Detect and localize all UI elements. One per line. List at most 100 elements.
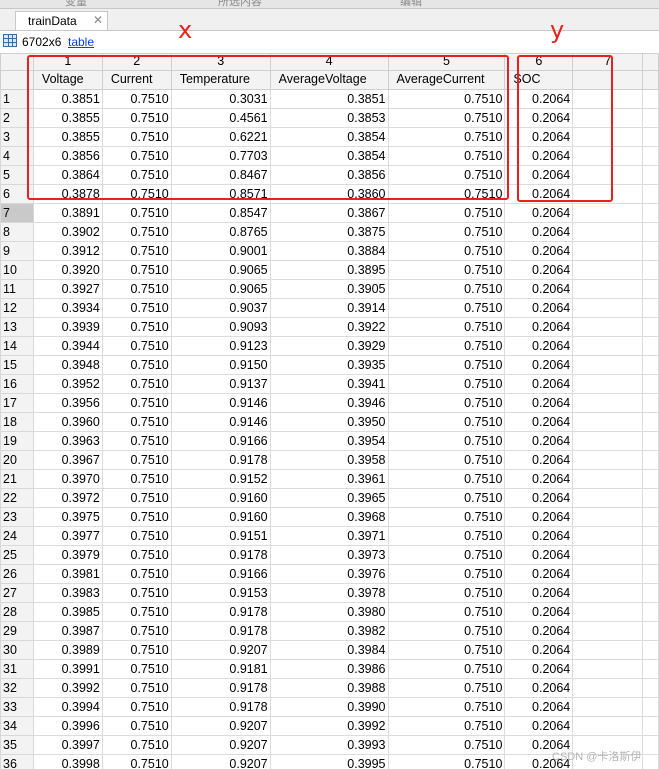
table-cell-empty[interactable] — [641, 716, 659, 736]
table-cell-empty[interactable] — [572, 241, 643, 261]
table-cell[interactable]: 0.9152 — [170, 469, 271, 489]
table-cell[interactable]: 0.7510 — [101, 583, 172, 603]
toolstrip-tab-selection[interactable]: 所选内容 — [218, 0, 262, 8]
table-row[interactable]: 11 0.3927 0.7510 0.9065 0.3905 0.7510 0.2064 — [0, 279, 659, 299]
table-cell[interactable]: 0.9160 — [170, 507, 271, 527]
table-cell[interactable]: 0.3912 — [32, 241, 103, 261]
table-cell[interactable]: 0.7510 — [387, 374, 506, 394]
table-cell[interactable]: 0.3992 — [269, 716, 389, 736]
table-cell-empty[interactable] — [641, 241, 659, 261]
table-cell-empty[interactable] — [572, 602, 643, 622]
table-cell[interactable]: 0.9178 — [170, 621, 271, 641]
table-cell[interactable]: 0.7510 — [101, 507, 172, 527]
table-cell[interactable]: 0.7510 — [387, 317, 506, 337]
table-cell[interactable]: 0.2064 — [504, 431, 574, 451]
row-number-header[interactable]: 18 — [0, 412, 34, 432]
table-cell[interactable]: 0.3891 — [32, 203, 103, 223]
table-cell-empty[interactable] — [641, 317, 659, 337]
table-cell-empty[interactable] — [641, 735, 659, 755]
row-number-header[interactable]: 28 — [0, 602, 34, 622]
table-cell[interactable]: 0.7510 — [101, 336, 172, 356]
table-cell[interactable]: 0.7510 — [387, 336, 506, 356]
table-cell[interactable]: 0.3985 — [32, 602, 103, 622]
table-cell[interactable]: 0.7510 — [101, 640, 172, 660]
table-cell[interactable]: 0.2064 — [504, 203, 574, 223]
table-cell[interactable]: 0.7510 — [387, 735, 506, 755]
table-cell[interactable]: 0.9178 — [170, 697, 271, 717]
table-row[interactable]: 26 0.3981 0.7510 0.9166 0.3976 0.7510 0.2064 — [0, 564, 659, 584]
table-cell[interactable]: 0.7510 — [101, 621, 172, 641]
table-cell[interactable]: 0.9178 — [170, 450, 271, 470]
table-cell-empty[interactable] — [641, 336, 659, 356]
table-row[interactable]: 8 0.3902 0.7510 0.8765 0.3875 0.7510 0.2064 — [0, 222, 659, 242]
table-cell[interactable]: 0.3982 — [269, 621, 389, 641]
table-cell-empty[interactable] — [641, 184, 659, 204]
table-cell[interactable]: 0.3996 — [32, 716, 103, 736]
table-cell[interactable]: 0.2064 — [504, 526, 574, 546]
table-cell[interactable]: 0.7510 — [387, 716, 506, 736]
table-row[interactable]: 24 0.3977 0.7510 0.9151 0.3971 0.7510 0.2064 — [0, 526, 659, 546]
table-cell[interactable]: 0.3948 — [32, 355, 103, 375]
table-cell[interactable]: 0.2064 — [504, 298, 574, 318]
table-cell-empty[interactable] — [572, 279, 643, 299]
table-cell[interactable]: 0.9001 — [170, 241, 271, 261]
table-cell[interactable]: 0.7510 — [387, 412, 506, 432]
row-number-header[interactable]: 31 — [0, 659, 34, 679]
table-cell-empty[interactable] — [572, 564, 643, 584]
table-cell[interactable]: 0.7510 — [101, 355, 172, 375]
table-cell-empty[interactable] — [572, 488, 643, 508]
table-cell[interactable]: 0.3939 — [32, 317, 103, 337]
table-cell-empty[interactable] — [641, 222, 659, 242]
table-row[interactable]: 29 0.3987 0.7510 0.9178 0.3982 0.7510 0.2064 — [0, 621, 659, 641]
table-cell[interactable]: 0.3963 — [32, 431, 103, 451]
table-row[interactable]: 19 0.3963 0.7510 0.9166 0.3954 0.7510 0.2064 — [0, 431, 659, 451]
table-cell[interactable]: 0.3973 — [269, 545, 389, 565]
table-cell-empty[interactable] — [572, 583, 643, 603]
table-cell[interactable]: 0.7510 — [101, 545, 172, 565]
table-cell[interactable]: 0.3950 — [269, 412, 389, 432]
table-cell-empty[interactable] — [572, 203, 643, 223]
row-number-header[interactable]: 10 — [0, 260, 34, 280]
table-cell-empty[interactable] — [641, 146, 659, 166]
table-cell[interactable]: 0.2064 — [504, 469, 574, 489]
table-row[interactable]: 13 0.3939 0.7510 0.9093 0.3922 0.7510 0.2064 — [0, 317, 659, 337]
table-cell[interactable]: 0.2064 — [504, 336, 574, 356]
table-cell[interactable]: 0.3944 — [32, 336, 103, 356]
table-cell[interactable]: 0.7510 — [387, 298, 506, 318]
table-cell[interactable]: 0.3981 — [32, 564, 103, 584]
table-cell[interactable]: 0.9151 — [170, 526, 271, 546]
table-cell[interactable]: 0.7510 — [101, 431, 172, 451]
table-cell-empty[interactable] — [572, 678, 643, 698]
table-row[interactable]: 27 0.3983 0.7510 0.9153 0.3978 0.7510 0.2064 — [0, 583, 659, 603]
row-number-header[interactable]: 7 — [0, 203, 34, 223]
table-cell[interactable]: 0.7510 — [101, 526, 172, 546]
table-cell-empty[interactable] — [641, 526, 659, 546]
table-cell[interactable]: 0.8547 — [170, 203, 271, 223]
table-cell[interactable]: 0.2064 — [504, 317, 574, 337]
table-cell[interactable]: 0.3978 — [269, 583, 389, 603]
table-cell[interactable]: 0.7510 — [101, 678, 172, 698]
table-cell[interactable]: 0.3998 — [32, 754, 103, 769]
table-row[interactable]: 20 0.3967 0.7510 0.9178 0.3958 0.7510 0.2064 — [0, 450, 659, 470]
table-cell[interactable]: 0.7510 — [387, 697, 506, 717]
row-number-header[interactable]: 20 — [0, 450, 34, 470]
table-cell[interactable]: 0.7510 — [101, 222, 172, 242]
table-cell[interactable]: 0.8765 — [170, 222, 271, 242]
table-row[interactable]: 33 0.3994 0.7510 0.9178 0.3990 0.7510 0.2064 — [0, 697, 659, 717]
row-number-header[interactable]: 13 — [0, 317, 34, 337]
table-cell[interactable]: 0.9178 — [170, 678, 271, 698]
table-cell[interactable]: 0.3984 — [269, 640, 389, 660]
table-cell[interactable]: 0.3914 — [269, 298, 389, 318]
row-number-header[interactable]: 22 — [0, 488, 34, 508]
table-cell[interactable]: 0.3922 — [269, 317, 389, 337]
table-cell[interactable]: 0.3976 — [269, 564, 389, 584]
row-number-header[interactable]: 27 — [0, 583, 34, 603]
table-cell[interactable]: 0.7510 — [101, 279, 172, 299]
table-cell-empty[interactable] — [572, 298, 643, 318]
table-cell[interactable]: 0.2064 — [504, 355, 574, 375]
table-cell[interactable]: 0.3970 — [32, 469, 103, 489]
table-cell[interactable]: 0.2064 — [504, 393, 574, 413]
table-cell[interactable]: 0.9178 — [170, 545, 271, 565]
row-number-header[interactable]: 34 — [0, 716, 34, 736]
row-number-header[interactable]: 36 — [0, 754, 34, 769]
